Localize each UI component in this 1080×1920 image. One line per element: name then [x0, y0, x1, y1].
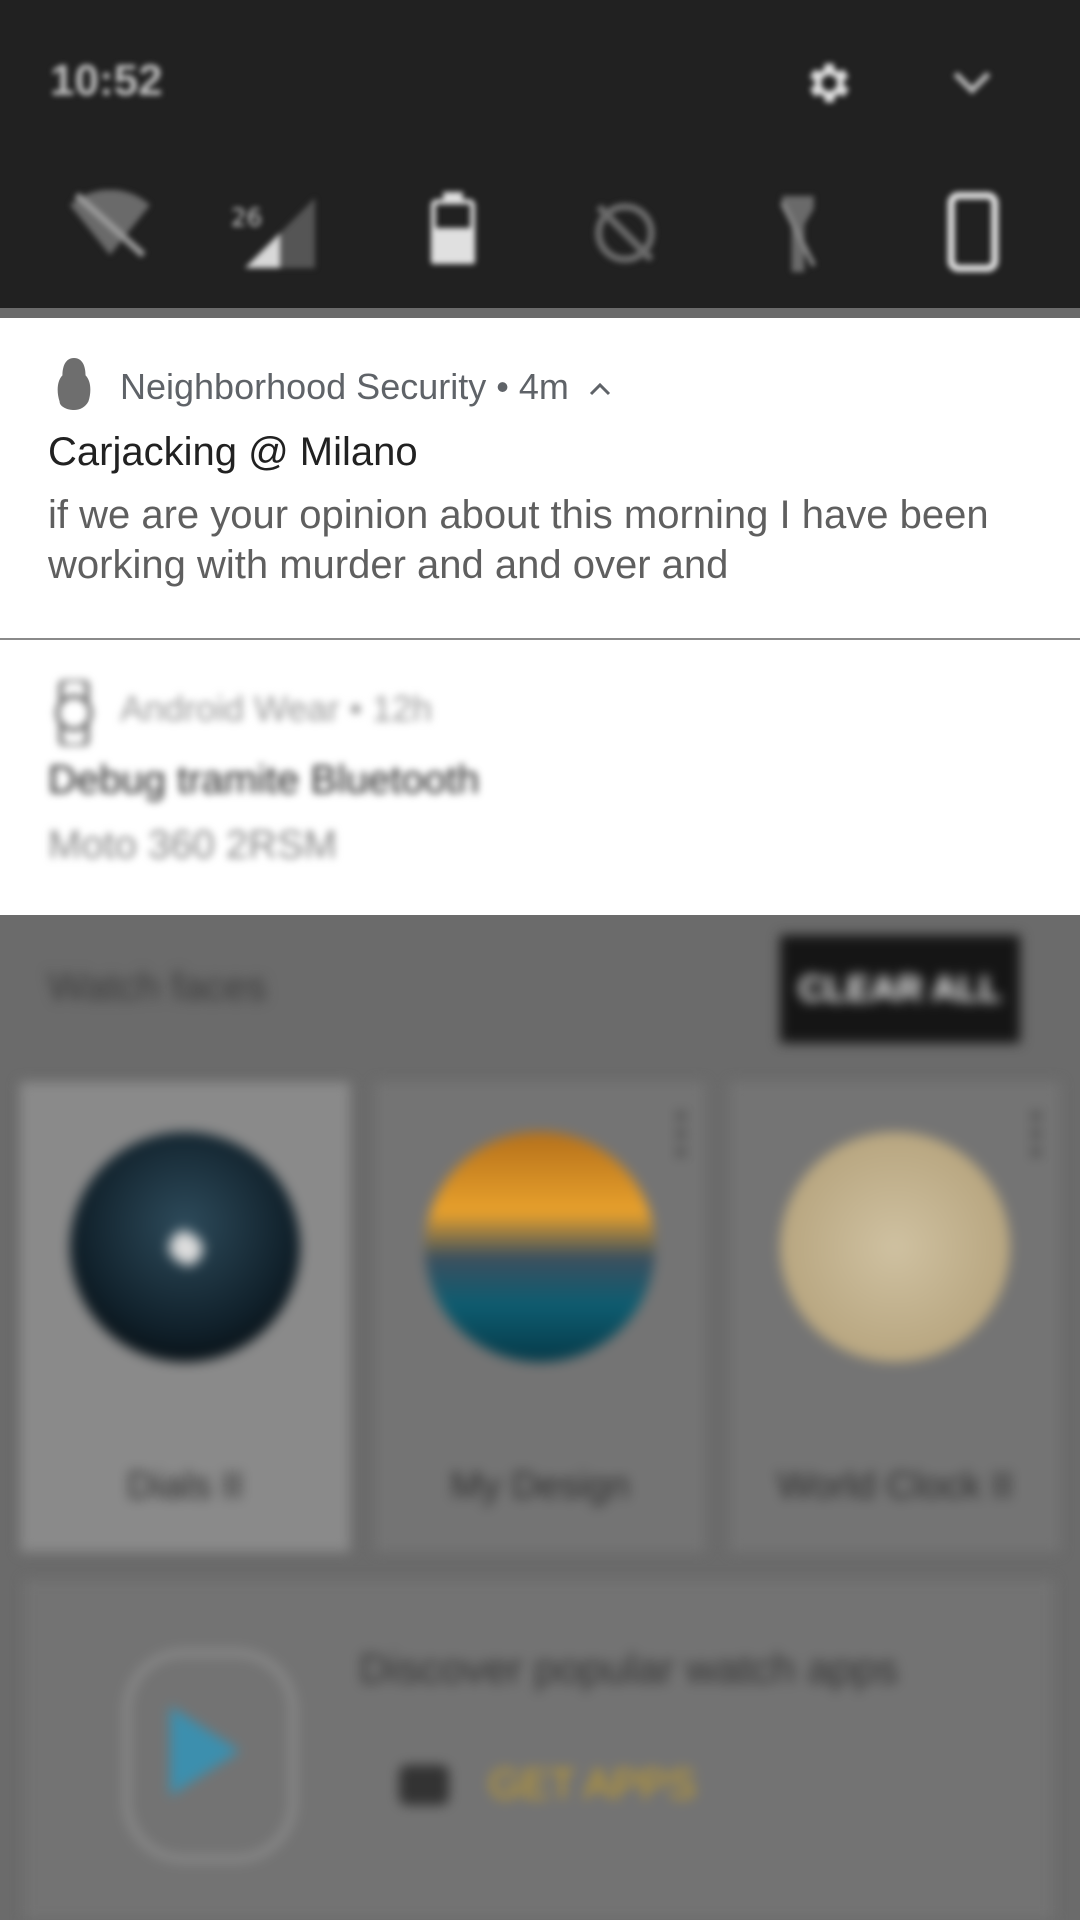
notification-body: Moto 360 2RSM — [48, 823, 338, 867]
phone-icon[interactable] — [945, 192, 1001, 272]
get-apps-button[interactable]: GET APPS — [489, 1760, 696, 1808]
svg-text:26: 26 — [231, 203, 262, 232]
notification-time: 12h — [372, 688, 433, 729]
app-name: Android Wear — [120, 688, 340, 729]
notification-title: Debug tramite Bluetooth — [48, 758, 480, 802]
watch-face-label: My Design — [450, 1465, 630, 1507]
app-icon — [57, 358, 91, 410]
watch-face-preview — [425, 1132, 655, 1362]
notification-body: if we are your opinion about this mornin… — [48, 493, 989, 587]
clear-all-button[interactable]: CLEAR ALL — [780, 935, 1020, 1043]
promo-card: Discover popular watch apps GET APPS — [24, 1580, 1054, 1920]
clock: 10:52 — [50, 56, 163, 105]
notification-header: Android Wear • 12h — [120, 688, 432, 730]
settings-gear-icon[interactable] — [800, 56, 854, 110]
promo-text: Discover popular watch apps — [359, 1645, 899, 1692]
watch-face-label: World Clock II — [777, 1465, 1013, 1507]
quick-settings-panel: 10:52 26 — [0, 0, 1080, 308]
battery-icon[interactable] — [428, 192, 478, 264]
separator: • — [349, 688, 363, 729]
app-name: Neighborhood Security — [120, 366, 487, 407]
watch-icon — [55, 680, 93, 746]
wifi-icon[interactable] — [70, 190, 150, 260]
watch-face-label: Dials II — [126, 1465, 244, 1507]
notification-time: 4m — [518, 366, 569, 407]
gear-icon — [166, 1228, 206, 1268]
rotation-lock-icon[interactable] — [590, 198, 660, 268]
cellular-signal-icon[interactable]: 26 — [228, 198, 318, 268]
watch-faces-heading: Watch faces — [48, 965, 267, 1009]
notification-neighborhood-security[interactable]: Neighborhood Security • 4m Carjacking @ … — [0, 318, 1080, 638]
play-store-icon — [170, 1706, 240, 1796]
overflow-menu-icon[interactable] — [1032, 1112, 1040, 1156]
chevron-up-icon[interactable] — [589, 382, 611, 396]
notification-header: Neighborhood Security • 4m — [120, 366, 611, 408]
watch-illustration-icon — [124, 1650, 296, 1862]
chevron-down-icon[interactable] — [950, 68, 994, 98]
flashlight-icon[interactable] — [778, 196, 818, 272]
overflow-menu-icon[interactable] — [677, 1112, 685, 1156]
separator: • — [496, 366, 509, 407]
watch-face-preview — [780, 1132, 1010, 1362]
camera-icon — [399, 1765, 449, 1805]
notification-android-wear[interactable]: Android Wear • 12h Debug tramite Bluetoo… — [0, 640, 1080, 915]
notification-title: Carjacking @ Milano — [48, 430, 418, 474]
